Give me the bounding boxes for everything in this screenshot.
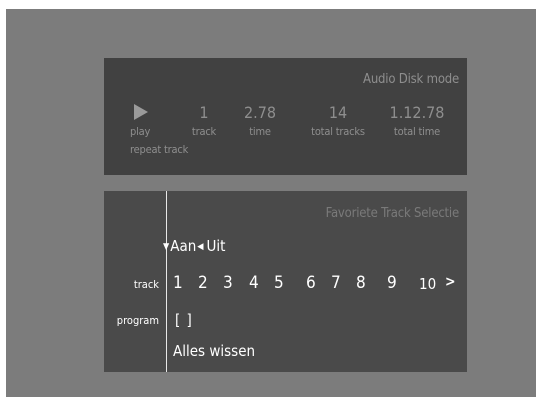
on-option[interactable]: Aan — [170, 237, 196, 255]
tv-screen: Audio Disk mode play 1 track 2.78 time 1… — [6, 9, 536, 397]
program-row-label: program — [116, 314, 159, 327]
track-5[interactable]: 5 — [274, 273, 284, 293]
triangle-left-icon: ◀ — [197, 242, 204, 252]
track-7[interactable]: 7 — [331, 273, 341, 293]
mode-title: Audio Disk mode — [363, 72, 459, 87]
chevron-right-icon[interactable]: > — [445, 274, 456, 290]
repeat-label: repeat track — [130, 143, 189, 156]
column-divider — [166, 191, 167, 372]
status-panel: Audio Disk mode play 1 track 2.78 time 1… — [104, 58, 467, 175]
on-off-toggle[interactable]: ▼Aan◀ Uit — [163, 237, 225, 255]
total-time-value: 1.12.78 — [389, 103, 445, 122]
track-9[interactable]: 9 — [387, 273, 397, 293]
off-option[interactable]: Uit — [207, 237, 226, 255]
time-value: 2.78 — [243, 103, 277, 122]
program-slot[interactable]: [ ] — [175, 311, 193, 329]
track-3[interactable]: 3 — [223, 273, 233, 293]
total-tracks-value: 14 — [328, 103, 348, 122]
clear-all-option[interactable]: Alles wissen — [173, 342, 255, 360]
track-6[interactable]: 6 — [306, 273, 316, 293]
track-1[interactable]: 1 — [173, 273, 183, 293]
favorites-panel: Favoriete Track Selectie ▼Aan◀ Uit track … — [104, 191, 467, 372]
track-8[interactable]: 8 — [356, 273, 366, 293]
track-4[interactable]: 4 — [249, 273, 259, 293]
play-label: play — [130, 125, 151, 138]
track-10[interactable]: 10 — [419, 275, 436, 293]
time-label: time — [249, 125, 271, 138]
track-label: track — [191, 125, 217, 138]
track-value: 1 — [199, 103, 209, 122]
triangle-down-icon: ▼ — [163, 242, 170, 252]
track-2[interactable]: 2 — [198, 273, 208, 293]
total-time-label: total time — [393, 125, 441, 138]
track-row-label: track — [133, 278, 159, 291]
play-icon[interactable] — [134, 104, 148, 120]
total-tracks-label: total tracks — [311, 125, 365, 138]
favorites-title: Favoriete Track Selectie — [325, 206, 460, 221]
